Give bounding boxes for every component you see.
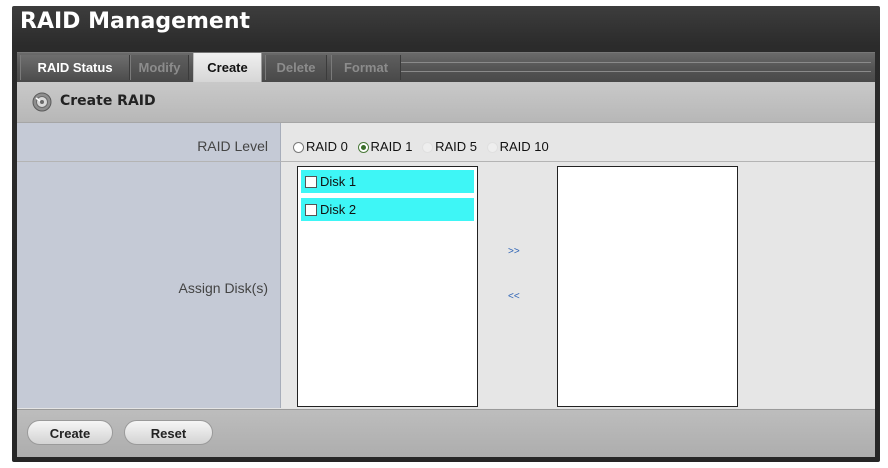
tab-format[interactable]: Format — [331, 55, 401, 80]
radio-raid-5-label: RAID 5 — [435, 139, 477, 154]
radio-raid-5[interactable]: RAID 5 — [422, 139, 477, 154]
radio-raid-0-label: RAID 0 — [306, 139, 348, 154]
disk-1-checkbox[interactable] — [305, 176, 317, 188]
move-right-button[interactable]: >> — [508, 246, 520, 257]
tab-bar: RAID Status Modify Create Delete Format — [17, 52, 875, 82]
assign-disk-value-cell: Disk 1 Disk 2 >> << — [281, 162, 875, 408]
radio-raid-10[interactable]: RAID 10 — [486, 139, 549, 154]
disk-item-1[interactable]: Disk 1 — [301, 170, 474, 193]
tab-delete[interactable]: Delete — [265, 55, 327, 80]
panel-header: Create RAID — [17, 82, 875, 123]
radio-raid-1[interactable]: RAID 1 — [357, 139, 413, 154]
disk-2-label: Disk 2 — [320, 202, 357, 217]
assign-disk-label-cell: Assign Disk(s) — [17, 162, 281, 408]
raid-level-radio-group: RAID 0 RAID 1 RAID 5 RAID 10 — [293, 139, 555, 154]
assign-disk-label: Assign Disk(s) — [178, 280, 268, 296]
reset-button[interactable]: Reset — [124, 420, 213, 445]
radio-raid-5-circle[interactable] — [422, 142, 434, 153]
tab-modify[interactable]: Modify — [130, 55, 189, 80]
panel-title: Create RAID — [60, 93, 156, 109]
radio-raid-10-circle[interactable] — [486, 142, 498, 153]
create-raid-panel: Create RAID RAID Level RAID 0 RAID 1 RAI… — [17, 82, 875, 457]
disk-gear-icon — [32, 92, 52, 112]
create-button[interactable]: Create — [27, 420, 113, 445]
raid-level-value-cell: RAID 0 RAID 1 RAID 5 RAID 10 — [281, 123, 875, 162]
move-left-button[interactable]: << — [508, 291, 520, 302]
radio-raid-10-label: RAID 10 — [499, 139, 549, 154]
raid-level-row: RAID Level RAID 0 RAID 1 RAID 5 RAID 10 — [17, 123, 875, 162]
app-window: RAID Management RAID Status Modify Creat… — [12, 6, 880, 462]
raid-level-label-cell: RAID Level — [17, 123, 281, 162]
assign-disk-row: Assign Disk(s) Disk 1 Disk 2 >> << — [17, 162, 875, 408]
available-disks-list[interactable]: Disk 1 Disk 2 — [297, 166, 478, 407]
tab-create[interactable]: Create — [193, 53, 262, 82]
tab-bar-decoration — [401, 62, 871, 72]
raid-level-label: RAID Level — [197, 138, 268, 154]
radio-raid-1-circle[interactable] — [357, 142, 369, 153]
disk-1-label: Disk 1 — [320, 174, 357, 189]
radio-raid-0[interactable]: RAID 0 — [293, 139, 348, 154]
button-bar: Create Reset — [17, 409, 875, 457]
radio-raid-1-label: RAID 1 — [370, 139, 413, 154]
disk-item-2[interactable]: Disk 2 — [301, 198, 474, 221]
disk-2-checkbox[interactable] — [305, 204, 317, 216]
radio-raid-0-circle[interactable] — [293, 142, 304, 153]
app-title: RAID Management — [20, 9, 251, 34]
assigned-disks-list[interactable] — [557, 166, 738, 407]
tab-raid-status[interactable]: RAID Status — [20, 55, 130, 80]
